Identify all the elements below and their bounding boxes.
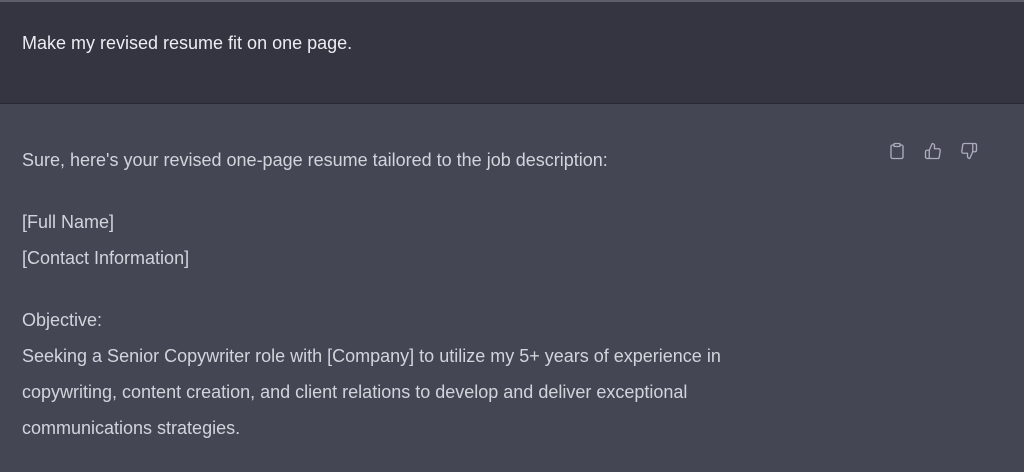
objective-line: copywriting, content creation, and clien…	[22, 382, 688, 402]
message-actions	[886, 140, 980, 162]
user-message-row: Make my revised resume fit on one page.	[0, 2, 1024, 104]
assistant-message-row: Sure, here's your revised one-page resum…	[0, 104, 1024, 464]
thumbs-up-icon	[924, 142, 941, 160]
objective-heading: Objective:	[22, 310, 103, 330]
thumbs-up-button[interactable]	[922, 140, 944, 162]
copy-button[interactable]	[886, 140, 908, 162]
assistant-message-body: Sure, here's your revised one-page resum…	[22, 142, 862, 472]
assistant-intro: Sure, here's your revised one-page resum…	[22, 142, 862, 178]
objective-line: communications strategies.	[22, 418, 241, 438]
thumbs-down-icon	[961, 142, 978, 160]
clipboard-icon	[890, 142, 904, 160]
contact-info-placeholder: [Contact Information]	[22, 248, 190, 268]
intro-text: Sure, here's your revised one-page resum…	[22, 150, 608, 170]
thumbs-down-button[interactable]	[958, 140, 980, 162]
user-message-text: Make my revised resume fit on one page.	[22, 33, 353, 53]
objective-section: Objective: Seeking a Senior Copywriter r…	[22, 302, 862, 446]
resume-header: [Full Name] [Contact Information]	[22, 204, 862, 276]
objective-line: Seeking a Senior Copywriter role with [C…	[22, 346, 721, 366]
full-name-placeholder: [Full Name]	[22, 212, 115, 232]
